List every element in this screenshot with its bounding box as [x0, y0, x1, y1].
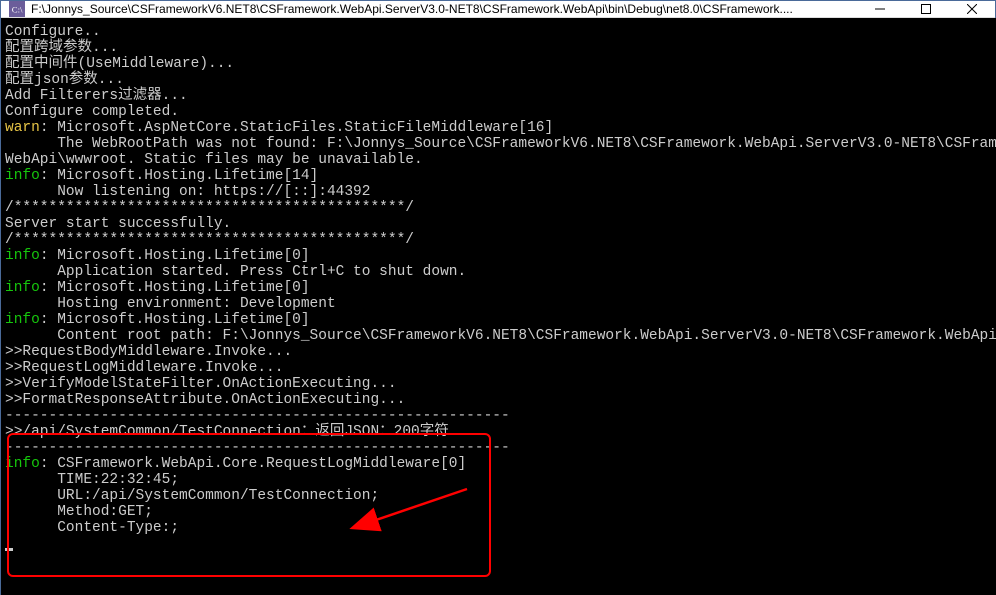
console-line: The WebRootPath was not found: F:\Jonnys… — [5, 136, 996, 152]
console-line: Hosting environment: Development — [5, 296, 996, 312]
console-line: warn: Microsoft.AspNetCore.StaticFiles.S… — [5, 120, 996, 136]
window-controls — [857, 1, 995, 17]
console-line: /***************************************… — [5, 232, 996, 248]
minimize-button[interactable] — [857, 1, 903, 17]
console-line: 配置跨域参数... — [5, 40, 996, 56]
close-button[interactable] — [949, 1, 995, 17]
console-line: Content-Type:; — [5, 520, 996, 536]
console-line: 配置json参数... — [5, 72, 996, 88]
console-line: info: CSFramework.WebApi.Core.RequestLog… — [5, 456, 996, 472]
app-icon: C:\ — [9, 1, 25, 17]
console-line: WebApi\wwwroot. Static files may be unav… — [5, 152, 996, 168]
console-line: >>FormatResponseAttribute.OnActionExecut… — [5, 392, 996, 408]
console-line: Add Filterers过滤器... — [5, 88, 996, 104]
window-title: F:\Jonnys_Source\CSFrameworkV6.NET8\CSFr… — [31, 2, 857, 16]
console-line: >>VerifyModelStateFilter.OnActionExecuti… — [5, 376, 996, 392]
console-line: 配置中间件(UseMiddleware)... — [5, 56, 996, 72]
console-line: Application started. Press Ctrl+C to shu… — [5, 264, 996, 280]
console-line: info: Microsoft.Hosting.Lifetime[0] — [5, 312, 996, 328]
console-line: info: Microsoft.Hosting.Lifetime[14] — [5, 168, 996, 184]
svg-text:C:\: C:\ — [12, 5, 23, 15]
console-output[interactable]: Configure..配置跨域参数...配置中间件(UseMiddleware)… — [1, 18, 996, 595]
titlebar[interactable]: C:\ F:\Jonnys_Source\CSFrameworkV6.NET8\… — [1, 1, 995, 18]
console-line: Method:GET; — [5, 504, 996, 520]
console-line: Server start successfully. — [5, 216, 996, 232]
console-line: >>RequestBodyMiddleware.Invoke... — [5, 344, 996, 360]
console-line: ----------------------------------------… — [5, 440, 996, 456]
app-window: C:\ F:\Jonnys_Source\CSFrameworkV6.NET8\… — [0, 0, 996, 595]
console-area: Configure..配置跨域参数...配置中间件(UseMiddleware)… — [1, 18, 995, 595]
console-line: info: Microsoft.Hosting.Lifetime[0] — [5, 248, 996, 264]
console-line: Now listening on: https://[::]:44392 — [5, 184, 996, 200]
console-line: Content root path: F:\Jonnys_Source\CSFr… — [5, 328, 996, 344]
console-line: URL:/api/SystemCommon/TestConnection; — [5, 488, 996, 504]
console-cursor-line — [5, 536, 996, 552]
console-line: /***************************************… — [5, 200, 996, 216]
console-line: >>RequestLogMiddleware.Invoke... — [5, 360, 996, 376]
console-line: ----------------------------------------… — [5, 408, 996, 424]
maximize-button[interactable] — [903, 1, 949, 17]
console-line: TIME:22:32:45; — [5, 472, 996, 488]
console-line: >>/api/SystemCommon/TestConnection：返回JSO… — [5, 424, 996, 440]
console-line: info: Microsoft.Hosting.Lifetime[0] — [5, 280, 996, 296]
console-line: Configure completed. — [5, 104, 996, 120]
console-line: Configure.. — [5, 24, 996, 40]
